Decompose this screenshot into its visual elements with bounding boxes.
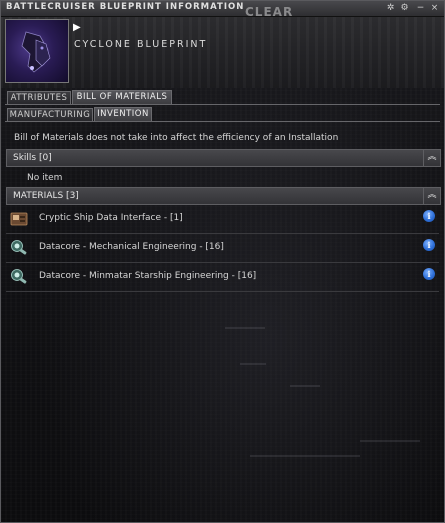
background-streak — [290, 385, 320, 387]
info-icon[interactable]: i — [423, 210, 435, 222]
skills-section-header[interactable]: Skills [0] ︽ — [6, 149, 441, 167]
title-bar[interactable]: BATTLECRUISER BLUEPRINT INFORMATION CLEA… — [0, 0, 445, 19]
materials-header-label: MATERIALS [3] — [13, 191, 79, 201]
tab-divider — [5, 121, 440, 122]
tab-divider — [5, 104, 440, 105]
info-icon[interactable]: i — [423, 268, 435, 280]
data-interface-icon — [10, 212, 28, 226]
material-label: Cryptic Ship Data Interface - [1] — [39, 213, 183, 223]
minimize-icon[interactable]: − — [415, 3, 426, 14]
tab-label: MANUFACTURING — [9, 110, 91, 120]
datacore-icon — [11, 240, 27, 255]
datacore-icon — [11, 269, 27, 284]
background-streak — [240, 363, 266, 365]
background-streak — [225, 327, 265, 329]
tab-label: INVENTION — [97, 109, 149, 119]
ship-icon — [21, 31, 51, 73]
collapse-icon[interactable]: ︽ — [423, 188, 440, 204]
efficiency-note: Bill of Materials does not take into aff… — [14, 133, 339, 143]
materials-section-header[interactable]: MATERIALS [3] ︽ — [6, 187, 441, 205]
background-streak — [250, 455, 360, 457]
tab-label: BILL OF MATERIALS — [76, 92, 168, 102]
list-item[interactable]: Cryptic Ship Data Interface - [1] i — [6, 205, 439, 234]
list-item[interactable]: Datacore - Mechanical Engineering - [16]… — [6, 234, 439, 263]
material-label: Datacore - Mechanical Engineering - [16] — [39, 242, 224, 252]
tab-attributes[interactable]: ATTRIBUTES — [7, 91, 71, 105]
material-label: Datacore - Minmatar Starship Engineering… — [39, 271, 257, 281]
skills-header-label: Skills [0] — [13, 153, 52, 163]
item-name: CYCLONE BLUEPRINT — [74, 39, 208, 50]
window-title: BATTLECRUISER BLUEPRINT INFORMATION — [6, 2, 245, 12]
tab-invention[interactable]: INVENTION — [94, 107, 152, 122]
tab-bill-of-materials[interactable]: BILL OF MATERIALS — [72, 90, 172, 105]
info-icon[interactable]: i — [423, 239, 435, 251]
settings-icon[interactable]: ⚙ — [399, 3, 410, 14]
list-item[interactable]: Datacore - Minmatar Starship Engineering… — [6, 263, 439, 292]
skills-empty-text: No item — [27, 173, 63, 183]
clear-label[interactable]: CLEAR — [245, 5, 293, 19]
collapse-icon[interactable]: ︽ — [423, 150, 440, 166]
pin-icon[interactable]: ✲ — [385, 3, 396, 14]
tab-label: ATTRIBUTES — [10, 93, 68, 103]
background-streak — [360, 440, 420, 442]
tab-manufacturing[interactable]: MANUFACTURING — [7, 108, 93, 122]
item-portrait[interactable] — [5, 19, 69, 83]
show-info-arrow-icon[interactable]: ▶ — [73, 22, 81, 33]
close-icon[interactable]: × — [429, 3, 440, 14]
